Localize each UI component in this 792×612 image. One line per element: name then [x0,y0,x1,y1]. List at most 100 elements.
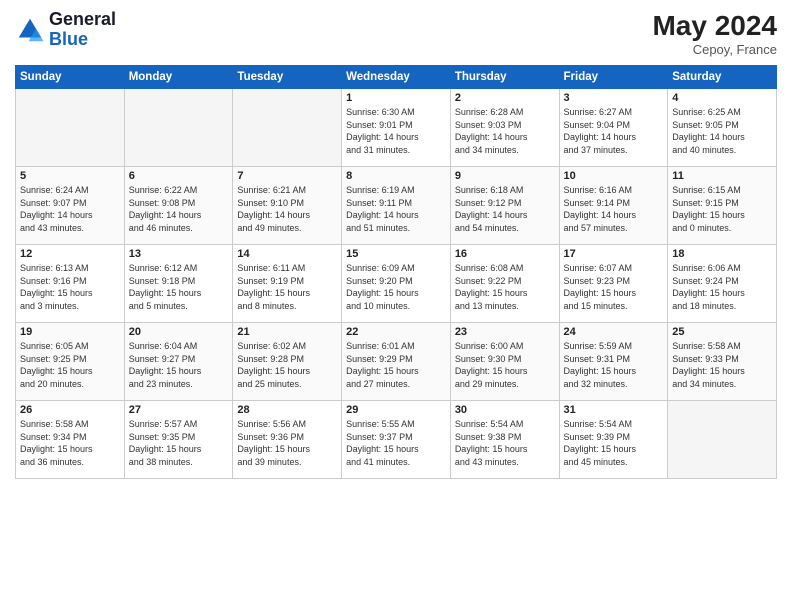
table-row: 31 Sunrise: 5:54 AM Sunset: 9:39 PM Dayli… [559,401,668,479]
table-row: 2 Sunrise: 6:28 AM Sunset: 9:03 PM Daylig… [450,89,559,167]
table-row: 28 Sunrise: 5:56 AM Sunset: 9:36 PM Dayli… [233,401,342,479]
day-number: 10 [564,170,664,182]
day-info: Sunrise: 6:27 AM Sunset: 9:04 PM Dayligh… [564,106,664,156]
table-row: 11 Sunrise: 6:15 AM Sunset: 9:15 PM Dayli… [668,167,777,245]
day-number: 29 [346,404,446,416]
day-info: Sunrise: 6:28 AM Sunset: 9:03 PM Dayligh… [455,106,555,156]
table-row [668,401,777,479]
day-number: 25 [672,326,772,338]
table-row: 13 Sunrise: 6:12 AM Sunset: 9:18 PM Dayli… [124,245,233,323]
day-info: Sunrise: 5:54 AM Sunset: 9:39 PM Dayligh… [564,418,664,468]
table-row [124,89,233,167]
day-number: 18 [672,248,772,260]
page: General Blue May 2024 Cepoy, France Sund… [0,0,792,612]
day-number: 21 [237,326,337,338]
day-info: Sunrise: 6:00 AM Sunset: 9:30 PM Dayligh… [455,340,555,390]
day-number: 2 [455,92,555,104]
day-number: 22 [346,326,446,338]
day-number: 8 [346,170,446,182]
day-info: Sunrise: 5:56 AM Sunset: 9:36 PM Dayligh… [237,418,337,468]
day-info: Sunrise: 5:57 AM Sunset: 9:35 PM Dayligh… [129,418,229,468]
day-info: Sunrise: 5:54 AM Sunset: 9:38 PM Dayligh… [455,418,555,468]
day-number: 20 [129,326,229,338]
table-row [233,89,342,167]
table-row: 29 Sunrise: 5:55 AM Sunset: 9:37 PM Dayli… [342,401,451,479]
table-row: 5Sunrise: 6:24 AM Sunset: 9:07 PM Daylig… [16,167,125,245]
day-number: 1 [346,92,446,104]
day-number: 4 [672,92,772,104]
day-number: 17 [564,248,664,260]
day-number: 15 [346,248,446,260]
day-info: Sunrise: 6:12 AM Sunset: 9:18 PM Dayligh… [129,262,229,312]
col-sunday: Sunday [16,66,125,89]
table-row: 9 Sunrise: 6:18 AM Sunset: 9:12 PM Daylig… [450,167,559,245]
table-row: 17 Sunrise: 6:07 AM Sunset: 9:23 PM Dayli… [559,245,668,323]
table-row: 30 Sunrise: 5:54 AM Sunset: 9:38 PM Dayli… [450,401,559,479]
day-number: 30 [455,404,555,416]
day-info: Sunrise: 5:58 AM Sunset: 9:34 PM Dayligh… [20,418,120,468]
table-row: 24 Sunrise: 5:59 AM Sunset: 9:31 PM Dayli… [559,323,668,401]
col-tuesday: Tuesday [233,66,342,89]
table-row: 14 Sunrise: 6:11 AM Sunset: 9:19 PM Dayli… [233,245,342,323]
week-row-4: 19Sunrise: 6:05 AM Sunset: 9:25 PM Dayli… [16,323,777,401]
table-row: 16Sunrise: 6:08 AM Sunset: 9:22 PM Dayli… [450,245,559,323]
logo-general: General [49,10,116,30]
table-row: 19Sunrise: 6:05 AM Sunset: 9:25 PM Dayli… [16,323,125,401]
day-info: Sunrise: 6:16 AM Sunset: 9:14 PM Dayligh… [564,184,664,234]
day-number: 13 [129,248,229,260]
title-block: May 2024 Cepoy, France [652,10,777,57]
day-number: 31 [564,404,664,416]
day-info: Sunrise: 5:59 AM Sunset: 9:31 PM Dayligh… [564,340,664,390]
day-number: 6 [129,170,229,182]
table-row: 21 Sunrise: 6:02 AM Sunset: 9:28 PM Dayli… [233,323,342,401]
day-info: Sunrise: 6:22 AM Sunset: 9:08 PM Dayligh… [129,184,229,234]
day-number: 23 [455,326,555,338]
week-row-3: 12 Sunrise: 6:13 AM Sunset: 9:16 PM Dayli… [16,245,777,323]
day-number: 9 [455,170,555,182]
table-row: 4Sunrise: 6:25 AM Sunset: 9:05 PM Daylig… [668,89,777,167]
day-info: Sunrise: 6:19 AM Sunset: 9:11 PM Dayligh… [346,184,446,234]
day-info: Sunrise: 6:11 AM Sunset: 9:19 PM Dayligh… [237,262,337,312]
table-row: 27 Sunrise: 5:57 AM Sunset: 9:35 PM Dayli… [124,401,233,479]
table-row: 15Sunrise: 6:09 AM Sunset: 9:20 PM Dayli… [342,245,451,323]
day-info: Sunrise: 6:02 AM Sunset: 9:28 PM Dayligh… [237,340,337,390]
table-row: 3Sunrise: 6:27 AM Sunset: 9:04 PM Daylig… [559,89,668,167]
day-info: Sunrise: 6:13 AM Sunset: 9:16 PM Dayligh… [20,262,120,312]
day-info: Sunrise: 5:58 AM Sunset: 9:33 PM Dayligh… [672,340,772,390]
col-thursday: Thursday [450,66,559,89]
day-info: Sunrise: 6:05 AM Sunset: 9:25 PM Dayligh… [20,340,120,390]
logo-text: General Blue [49,10,116,50]
day-number: 26 [20,404,120,416]
day-number: 14 [237,248,337,260]
day-number: 11 [672,170,772,182]
day-number: 7 [237,170,337,182]
col-saturday: Saturday [668,66,777,89]
day-number: 28 [237,404,337,416]
day-number: 12 [20,248,120,260]
col-monday: Monday [124,66,233,89]
table-row: 6 Sunrise: 6:22 AM Sunset: 9:08 PM Daylig… [124,167,233,245]
table-row: 23 Sunrise: 6:00 AM Sunset: 9:30 PM Dayli… [450,323,559,401]
day-number: 27 [129,404,229,416]
day-number: 5 [20,170,120,182]
table-row [16,89,125,167]
day-number: 24 [564,326,664,338]
logo: General Blue [15,10,116,50]
table-row: 22Sunrise: 6:01 AM Sunset: 9:29 PM Dayli… [342,323,451,401]
day-info: Sunrise: 6:08 AM Sunset: 9:22 PM Dayligh… [455,262,555,312]
day-info: Sunrise: 6:30 AM Sunset: 9:01 PM Dayligh… [346,106,446,156]
table-row: 20Sunrise: 6:04 AM Sunset: 9:27 PM Dayli… [124,323,233,401]
table-row: 8 Sunrise: 6:19 AM Sunset: 9:11 PM Daylig… [342,167,451,245]
col-wednesday: Wednesday [342,66,451,89]
month-year: May 2024 [652,10,777,42]
day-info: Sunrise: 6:21 AM Sunset: 9:10 PM Dayligh… [237,184,337,234]
logo-blue: Blue [49,30,116,50]
day-info: Sunrise: 6:06 AM Sunset: 9:24 PM Dayligh… [672,262,772,312]
day-info: Sunrise: 6:07 AM Sunset: 9:23 PM Dayligh… [564,262,664,312]
week-row-1: 1 Sunrise: 6:30 AM Sunset: 9:01 PM Daylig… [16,89,777,167]
day-info: Sunrise: 6:15 AM Sunset: 9:15 PM Dayligh… [672,184,772,234]
table-row: 7 Sunrise: 6:21 AM Sunset: 9:10 PM Daylig… [233,167,342,245]
day-info: Sunrise: 5:55 AM Sunset: 9:37 PM Dayligh… [346,418,446,468]
day-info: Sunrise: 6:18 AM Sunset: 9:12 PM Dayligh… [455,184,555,234]
table-row: 26 Sunrise: 5:58 AM Sunset: 9:34 PM Dayli… [16,401,125,479]
